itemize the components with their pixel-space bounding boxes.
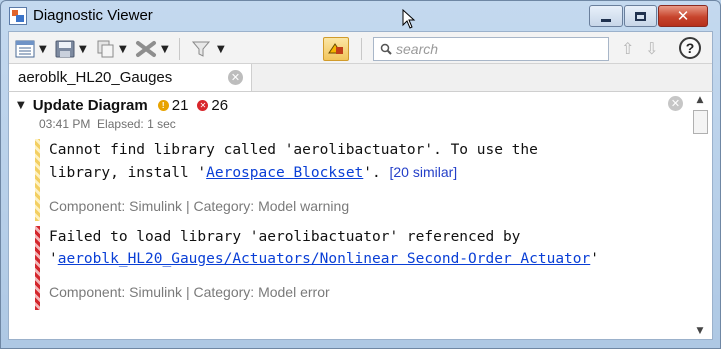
copy-button[interactable]: ▼: [95, 38, 127, 60]
filter-button[interactable]: ▼: [191, 38, 225, 60]
scroll-down-icon[interactable]: ▼: [690, 323, 710, 339]
error-count: 26: [211, 96, 229, 114]
tab-aeroblk-hl20-gauges[interactable]: aeroblk_HL20_Gauges ✕: [9, 64, 252, 91]
message-line-1: Cannot find library called 'aerolibactua…: [49, 142, 538, 158]
close-icon: ✕: [676, 7, 690, 25]
message-text: library, install ': [49, 165, 207, 181]
view-icon: [15, 40, 35, 58]
collapse-arrow-icon[interactable]: ▼: [17, 100, 25, 111]
message-line-2: library, install 'Aerospace Blockset'. […: [49, 161, 675, 184]
up-arrow-icon[interactable]: ⇧: [621, 39, 634, 58]
message-error: Failed to load library 'aerolibactuator'…: [35, 226, 675, 310]
scroll-thumb[interactable]: [693, 110, 708, 134]
group-time: 03:41 PM: [39, 117, 91, 131]
aerospace-blockset-link[interactable]: Aerospace Blockset: [206, 165, 363, 181]
group-timestamp: 03:41 PM Elapsed: 1 sec: [39, 117, 176, 131]
save-button[interactable]: ▼: [55, 38, 87, 60]
view-dropdown-caret: ▼: [39, 43, 47, 55]
highlight-button[interactable]: [323, 37, 349, 61]
close-window-button[interactable]: ✕: [658, 5, 708, 27]
copy-dropdown-caret: ▼: [119, 43, 127, 55]
down-arrow-icon[interactable]: ⇩: [645, 39, 658, 58]
save-dropdown-caret: ▼: [79, 43, 87, 55]
tab-bar: aeroblk_HL20_Gauges ✕: [9, 64, 712, 91]
minimize-button[interactable]: [589, 5, 623, 27]
highlight-icon: [328, 43, 343, 54]
filter-icon: [191, 41, 211, 57]
vertical-scrollbar[interactable]: ▲ ▼: [690, 92, 710, 339]
message-text: ': [590, 251, 599, 267]
window-title: Diagnostic Viewer: [33, 7, 153, 24]
clear-dropdown-caret: ▼: [161, 43, 169, 55]
warning-count: 21: [171, 96, 189, 114]
message-text: '.: [363, 165, 390, 181]
message-warning: Cannot find library called 'aerolibactua…: [35, 139, 675, 221]
search-field[interactable]: [373, 37, 609, 61]
group-elapsed: Elapsed: 1 sec: [97, 117, 176, 131]
help-button[interactable]: ?: [679, 37, 701, 59]
diagnostic-viewer-window: Diagnostic Viewer ✕ ▼ ▼ ▼ ▼ ▼ search ⇧ ⇩…: [0, 0, 721, 349]
message-line-2: 'aeroblk_HL20_Gauges/Actuators/Nonlinear…: [49, 248, 675, 270]
diagnostics-panel: ▼ Update Diagram ! 21 ✕ 26 03:41 PM Elap…: [8, 91, 713, 340]
message-line-1: Failed to load library 'aerolibactuator'…: [49, 229, 521, 245]
app-icon: [9, 7, 27, 25]
search-input[interactable]: [396, 41, 596, 57]
group-header[interactable]: ▼ Update Diagram ! 21 ✕ 26: [17, 95, 228, 115]
warning-stripe: [35, 139, 40, 221]
message-component: Component: Simulink | Category: Model wa…: [49, 198, 350, 214]
view-button[interactable]: ▼: [15, 38, 47, 60]
tab-close-icon[interactable]: ✕: [228, 70, 243, 85]
clear-icon: [136, 41, 156, 57]
message-text: ': [49, 251, 58, 267]
mouse-cursor-icon: [402, 9, 416, 29]
message-component: Component: Simulink | Category: Model er…: [49, 284, 330, 300]
title-bar[interactable]: Diagnostic Viewer ✕: [1, 1, 720, 31]
group-close-icon[interactable]: ✕: [668, 96, 683, 111]
warning-icon: !: [157, 99, 169, 111]
scroll-up-icon[interactable]: ▲: [690, 92, 710, 108]
error-icon: ✕: [197, 99, 209, 111]
maximize-icon: [635, 11, 646, 21]
help-icon: ?: [685, 40, 695, 56]
maximize-button[interactable]: [624, 5, 657, 27]
toolbar-row: ▼ ▼ ▼ ▼ ▼ search ⇧ ⇩ ?: [9, 32, 712, 64]
copy-icon: [97, 40, 114, 58]
group-title: Update Diagram: [32, 96, 148, 114]
actuator-block-link[interactable]: aeroblk_HL20_Gauges/Actuators/Nonlinear …: [58, 251, 591, 267]
error-stripe: [35, 226, 40, 310]
toolbar-separator: [179, 38, 180, 60]
clear-button[interactable]: ▼: [135, 38, 169, 60]
toolbar-separator: [361, 38, 362, 60]
search-icon: [380, 43, 392, 55]
similar-link[interactable]: [20 similar]: [389, 164, 457, 180]
toolbar: ▼ ▼ ▼ ▼ ▼ search ⇧ ⇩ ? aeroblk_HL20_Gaug…: [8, 31, 713, 91]
filter-dropdown-caret: ▼: [217, 43, 225, 55]
tab-label: aeroblk_HL20_Gauges: [18, 69, 173, 86]
minimize-icon: [601, 18, 611, 22]
save-icon: [55, 40, 75, 58]
